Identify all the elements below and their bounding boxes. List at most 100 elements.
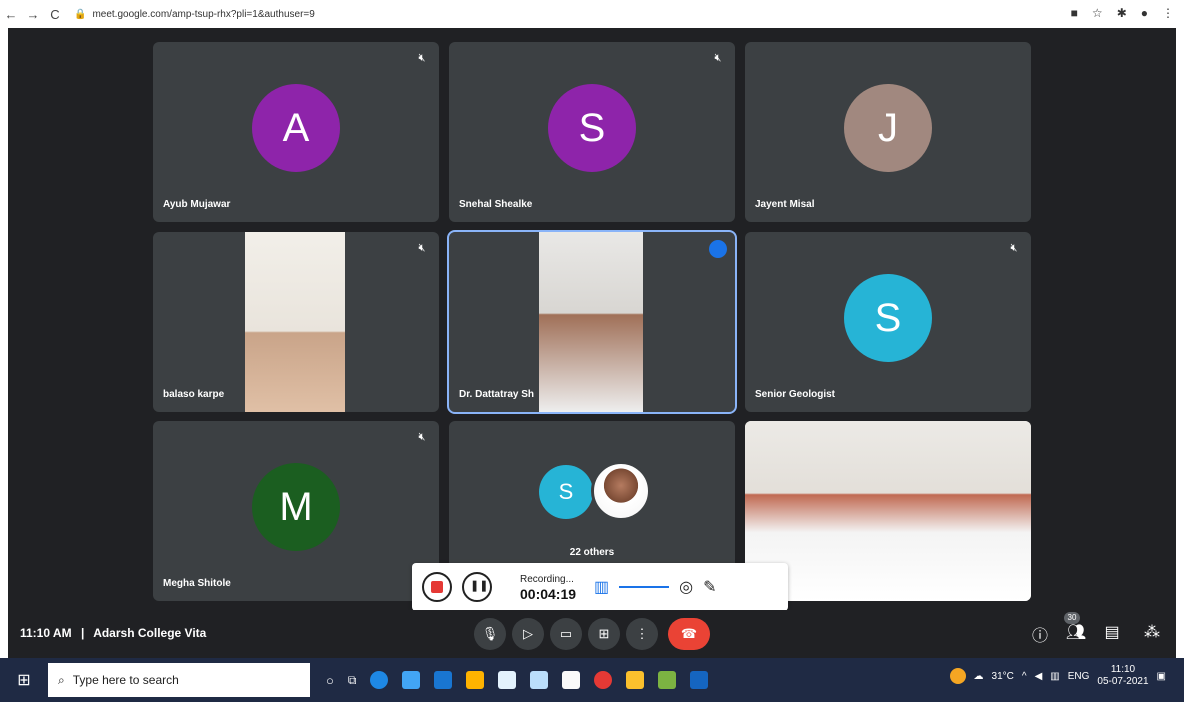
- audio-level-icon: ▥: [594, 579, 610, 596]
- people-icon[interactable]: 👥︎: [1064, 622, 1088, 646]
- store-icon[interactable]: [562, 671, 581, 689]
- captions-button[interactable]: ▭: [550, 618, 582, 650]
- avatar: [591, 461, 651, 521]
- chrome-icon[interactable]: [658, 671, 677, 689]
- word-icon[interactable]: [690, 671, 709, 689]
- mic-off-icon: 🔇︎: [418, 52, 426, 64]
- participant-tile[interactable]: S 🔇︎ Senior Geologist: [745, 232, 1031, 412]
- mail-icon[interactable]: [402, 671, 421, 689]
- pen-icon[interactable]: ✎: [703, 577, 716, 597]
- opera-icon[interactable]: [594, 671, 613, 689]
- more-options-button[interactable]: ⋮: [626, 618, 658, 650]
- menu-dots-icon[interactable]: ⋮: [1162, 6, 1174, 20]
- network-icon[interactable]: ▥: [1050, 671, 1059, 682]
- system-tray: ☁ 31°C ^ ◀︎ ▥ ENG 11:10 05-07-2021 ▣: [949, 664, 1166, 688]
- participant-name: Jayent Misal: [755, 199, 815, 210]
- meeting-details: 11:10 AM | Adarsh College Vita: [20, 626, 206, 640]
- search-icon: ⌕: [58, 672, 65, 687]
- notes-icon[interactable]: [626, 671, 645, 689]
- document-icon[interactable]: [498, 671, 517, 689]
- avatar: A: [252, 84, 340, 172]
- weather-icon: ☁: [973, 670, 984, 682]
- participant-name: Megha Shitole: [163, 578, 231, 589]
- mic-button[interactable]: 🎙︎: [474, 618, 506, 650]
- mic-off-icon: 🔇︎: [418, 242, 426, 254]
- avatar: M: [252, 463, 340, 551]
- browser-toolbar: ← → C 🔒 meet.google.com/amp-tsup-rhx?pli…: [0, 0, 1184, 28]
- mic-off-icon: 🔇︎: [714, 52, 722, 64]
- participant-name: balaso karpe: [163, 389, 225, 400]
- avatar: S: [539, 465, 593, 519]
- stop-recording-button[interactable]: [422, 572, 452, 602]
- volume-icon[interactable]: ◀︎: [1035, 671, 1043, 682]
- cortana-icon[interactable]: ○: [326, 673, 334, 688]
- recording-tools: ▥ ◎ ✎: [594, 577, 717, 597]
- participant-tile[interactable]: A 🔇︎ Ayub Mujawar: [153, 42, 439, 222]
- end-call-button[interactable]: ☎: [668, 618, 710, 650]
- participant-tile[interactable]: S 🔇︎ Snehal Shealke: [449, 42, 735, 222]
- participant-name: Snehal Shealke: [459, 199, 533, 210]
- calendar-icon[interactable]: [434, 671, 453, 689]
- mic-off-icon: 🔇︎: [1010, 242, 1018, 254]
- participant-video: [245, 232, 345, 412]
- edge-icon[interactable]: [370, 671, 389, 689]
- app-tray-icon[interactable]: [949, 668, 966, 684]
- back-button[interactable]: ←: [0, 7, 22, 22]
- meeting-separator: |: [80, 626, 85, 640]
- taskbar-search-box[interactable]: ⌕ Type here to search: [48, 663, 310, 697]
- speaking-indicator-icon: [709, 240, 727, 258]
- profile-icon[interactable]: ●: [1141, 6, 1148, 20]
- windows-taskbar: ⊞ ⌕ Type here to search ○ ⧉ ☁ 31°C ^ ◀︎ …: [0, 658, 1184, 702]
- webcam-icon[interactable]: ◎: [679, 577, 693, 597]
- chevron-up-icon[interactable]: ^: [1022, 671, 1027, 682]
- meet-controls-bar: 11:10 AM | Adarsh College Vita 🎙︎ ▷ ▭ ⊞ …: [8, 610, 1176, 658]
- reload-button[interactable]: C: [44, 7, 66, 22]
- task-view-icon[interactable]: ⧉: [348, 673, 357, 688]
- camera-button[interactable]: ▷: [512, 618, 544, 650]
- search-placeholder: Type here to search: [72, 673, 179, 687]
- participant-video: [539, 232, 643, 412]
- meet-stage: A 🔇︎ Ayub Mujawar S 🔇︎ Snehal Shealke J …: [8, 28, 1176, 658]
- recording-toolbar: Recording... 00:04:19 ▥ ◎ ✎: [412, 563, 788, 611]
- mic-icon: 🎙︎: [481, 626, 499, 641]
- participant-tile[interactable]: 🔇︎ balaso karpe: [153, 232, 439, 412]
- activities-icon[interactable]: ⁂: [1140, 622, 1164, 646]
- browser-actions: ■ ☆ ✱ ● ⋮: [1071, 6, 1174, 20]
- notification-icon[interactable]: ▣: [1157, 671, 1166, 682]
- recording-status: Recording...: [520, 574, 574, 585]
- weather-temp[interactable]: 31°C: [992, 671, 1014, 682]
- clock-time: 11:10: [1110, 664, 1136, 675]
- avatar: S: [548, 84, 636, 172]
- hangup-icon: ☎: [680, 626, 698, 641]
- present-button[interactable]: ⊞: [588, 618, 620, 650]
- windows-start-icon[interactable]: ⊞: [0, 670, 48, 690]
- address-bar[interactable]: 🔒 meet.google.com/amp-tsup-rhx?pli=1&aut…: [74, 9, 315, 20]
- participant-tile-speaking[interactable]: Dr. Dattatray Sh: [447, 230, 737, 414]
- volume-slider[interactable]: [619, 586, 670, 588]
- info-icon[interactable]: ⓘ: [1028, 622, 1052, 646]
- bookmark-star-icon[interactable]: ☆: [1092, 6, 1103, 20]
- language-indicator[interactable]: ENG: [1068, 671, 1090, 682]
- participant-name: Ayub Mujawar: [163, 199, 231, 210]
- file-explorer-icon[interactable]: [466, 671, 485, 689]
- camera-icon[interactable]: ■: [1071, 6, 1078, 20]
- camera-icon: ▷: [523, 626, 533, 641]
- system-clock[interactable]: 11:10 05-07-2021: [1097, 664, 1148, 688]
- chat-icon[interactable]: ▤: [1100, 622, 1124, 646]
- lock-icon: 🔒: [74, 8, 87, 20]
- forward-button[interactable]: →: [22, 7, 44, 22]
- extension-icon[interactable]: ✱: [1117, 6, 1127, 20]
- pause-recording-button[interactable]: [462, 572, 492, 602]
- participant-tile[interactable]: J Jayent Misal: [745, 42, 1031, 222]
- url-text: meet.google.com/amp-tsup-rhx?pli=1&authu…: [92, 8, 315, 20]
- avatar: S: [844, 274, 932, 362]
- participant-name: Senior Geologist: [755, 389, 836, 400]
- participant-name: Dr. Dattatray Sh: [459, 389, 535, 400]
- others-label: 22 others: [569, 547, 615, 558]
- document-icon[interactable]: [530, 671, 549, 689]
- meeting-title: Adarsh College Vita: [93, 626, 207, 640]
- recording-info: Recording... 00:04:19: [520, 573, 576, 601]
- recording-timer: 00:04:19: [520, 586, 577, 602]
- meeting-time: 11:10 AM: [20, 626, 72, 640]
- participant-tile[interactable]: M 🔇︎ Megha Shitole: [153, 421, 439, 601]
